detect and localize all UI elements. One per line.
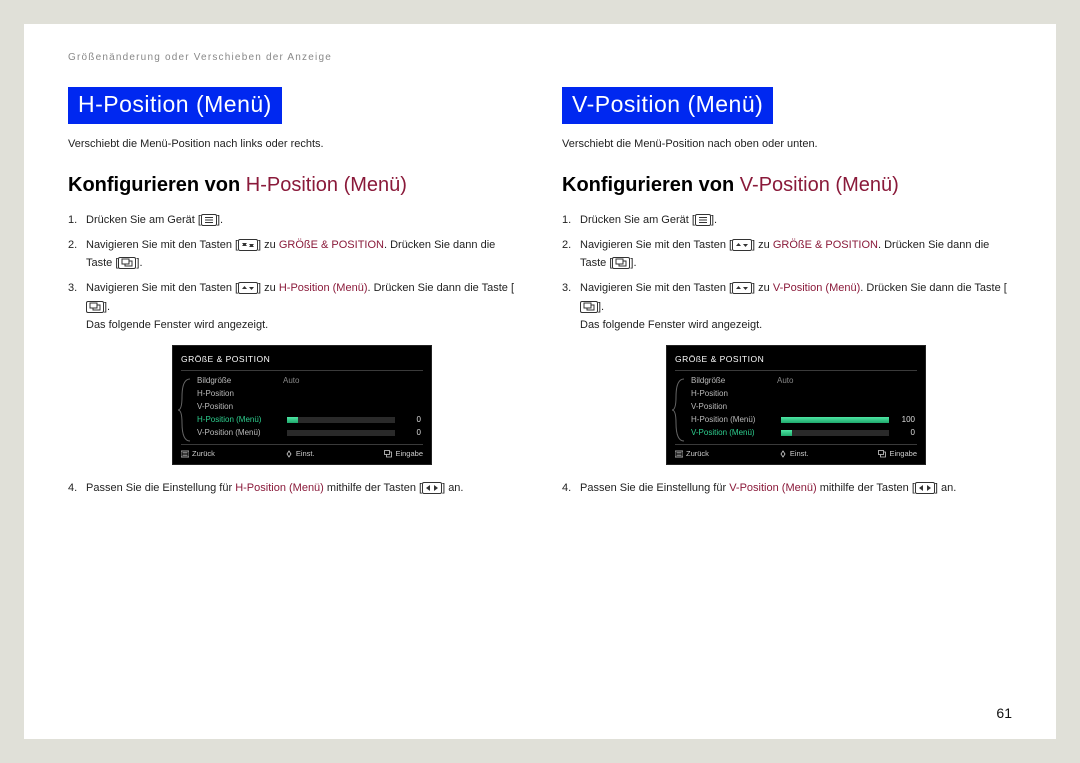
- nav-target: GRÖßE & POSITION: [773, 239, 878, 251]
- config-heading: Konfigurieren von V-Position (Menü): [562, 174, 1012, 197]
- osd-row: V-Position: [689, 401, 917, 414]
- config-name: H-Position (Menü): [246, 174, 407, 196]
- nav-target: V-Position (Menü): [773, 282, 860, 294]
- page-number: 61: [996, 705, 1012, 721]
- steps-list: Drücken Sie am Gerät []. Navigieren Sie …: [562, 211, 1012, 498]
- section-title-h-position: H-Position (Menü): [68, 87, 282, 124]
- osd-slider: [287, 430, 395, 436]
- config-prefix: Konfigurieren von: [562, 174, 740, 196]
- config-heading: Konfigurieren von H-Position (Menü): [68, 174, 518, 197]
- osd-panel: GRÖßE & POSITION BildgrößeAuto H-Positio…: [172, 345, 432, 465]
- step-3: Navigieren Sie mit den Tasten [] zu V-Po…: [562, 279, 1012, 465]
- config-prefix: Konfigurieren von: [68, 174, 246, 196]
- osd-footer-enter: Eingabe: [384, 448, 423, 461]
- osd-row: H-Position: [195, 388, 423, 401]
- intro-text: Verschiebt die Menü-Position nach links …: [68, 138, 518, 150]
- osd-footer: Zurück Einst. Eingabe: [675, 444, 917, 461]
- osd-title: GRÖßE & POSITION: [181, 352, 423, 370]
- osd-panel: GRÖßE & POSITION BildgrößeAuto H-Positio…: [666, 345, 926, 465]
- osd-title: GRÖßE & POSITION: [675, 352, 917, 370]
- osd-screenshot: GRÖßE & POSITION BildgrößeAuto H-Positio…: [580, 345, 1012, 465]
- enter-icon: [580, 301, 598, 313]
- osd-footer-back: Zurück: [181, 448, 215, 461]
- osd-row: H-Position: [689, 388, 917, 401]
- nav-target: GRÖßE & POSITION: [279, 239, 384, 251]
- menu-icon: [201, 214, 217, 226]
- step-3-note: Das folgende Fenster wird angezeigt.: [580, 316, 1012, 335]
- up-down-icon: [238, 282, 258, 294]
- left-right-icon: [915, 482, 935, 494]
- step-3-note: Das folgende Fenster wird angezeigt.: [86, 316, 518, 335]
- enter-icon: [612, 257, 630, 269]
- osd-row: H-Position (Menü)100: [689, 414, 917, 427]
- step4-target: V-Position (Menü): [729, 482, 816, 494]
- step-3: Navigieren Sie mit den Tasten [] zu H-Po…: [68, 279, 518, 465]
- osd-footer-adjust: Einst.: [285, 448, 315, 461]
- osd-footer: Zurück Einst. Eingabe: [181, 444, 423, 461]
- step-1: Drücken Sie am Gerät [].: [68, 211, 518, 230]
- manual-page: Größenänderung oder Verschieben der Anze…: [24, 24, 1056, 739]
- osd-row-selected: H-Position (Menü)0: [195, 414, 423, 427]
- osd-row: V-Position (Menü)0: [195, 427, 423, 440]
- nav-target: H-Position (Menü): [279, 282, 368, 294]
- enter-icon: [118, 257, 136, 269]
- section-title-v-position: V-Position (Menü): [562, 87, 773, 124]
- osd-items: BildgrößeAuto H-Position V-Position H-Po…: [195, 375, 423, 440]
- step-2: Navigieren Sie mit den Tasten [] zu GRÖß…: [68, 236, 518, 273]
- osd-row: V-Position: [195, 401, 423, 414]
- osd-bracket: [181, 375, 195, 440]
- step4-target: H-Position (Menü): [235, 482, 324, 494]
- osd-items: BildgrößeAuto H-Position V-Position H-Po…: [689, 375, 917, 440]
- enter-icon: [86, 301, 104, 313]
- osd-footer-enter: Eingabe: [878, 448, 917, 461]
- config-name: V-Position (Menü): [740, 174, 899, 196]
- menu-icon: [695, 214, 711, 226]
- right-column: V-Position (Menü) Verschiebt die Menü-Po…: [562, 87, 1012, 504]
- osd-slider: [781, 430, 889, 436]
- osd-row: BildgrößeAuto: [195, 375, 423, 388]
- up-down-icon: [238, 239, 258, 251]
- osd-bracket: [675, 375, 689, 440]
- breadcrumb: Größenänderung oder Verschieben der Anze…: [68, 52, 1012, 63]
- osd-footer-back: Zurück: [675, 448, 709, 461]
- osd-screenshot: GRÖßE & POSITION BildgrößeAuto H-Positio…: [86, 345, 518, 465]
- step-4: Passen Sie die Einstellung für H-Positio…: [68, 479, 518, 498]
- left-right-icon: [422, 482, 442, 494]
- intro-text: Verschiebt die Menü-Position nach oben o…: [562, 138, 1012, 150]
- left-column: H-Position (Menü) Verschiebt die Menü-Po…: [68, 87, 518, 504]
- osd-slider: [781, 417, 889, 423]
- up-down-icon: [732, 282, 752, 294]
- step-4: Passen Sie die Einstellung für V-Positio…: [562, 479, 1012, 498]
- steps-list: Drücken Sie am Gerät []. Navigieren Sie …: [68, 211, 518, 498]
- osd-slider: [287, 417, 395, 423]
- two-column-layout: H-Position (Menü) Verschiebt die Menü-Po…: [68, 87, 1012, 504]
- up-down-icon: [732, 239, 752, 251]
- osd-row: BildgrößeAuto: [689, 375, 917, 388]
- step-2: Navigieren Sie mit den Tasten [] zu GRÖß…: [562, 236, 1012, 273]
- osd-row-selected: V-Position (Menü)0: [689, 427, 917, 440]
- osd-footer-adjust: Einst.: [779, 448, 809, 461]
- step-1: Drücken Sie am Gerät [].: [562, 211, 1012, 230]
